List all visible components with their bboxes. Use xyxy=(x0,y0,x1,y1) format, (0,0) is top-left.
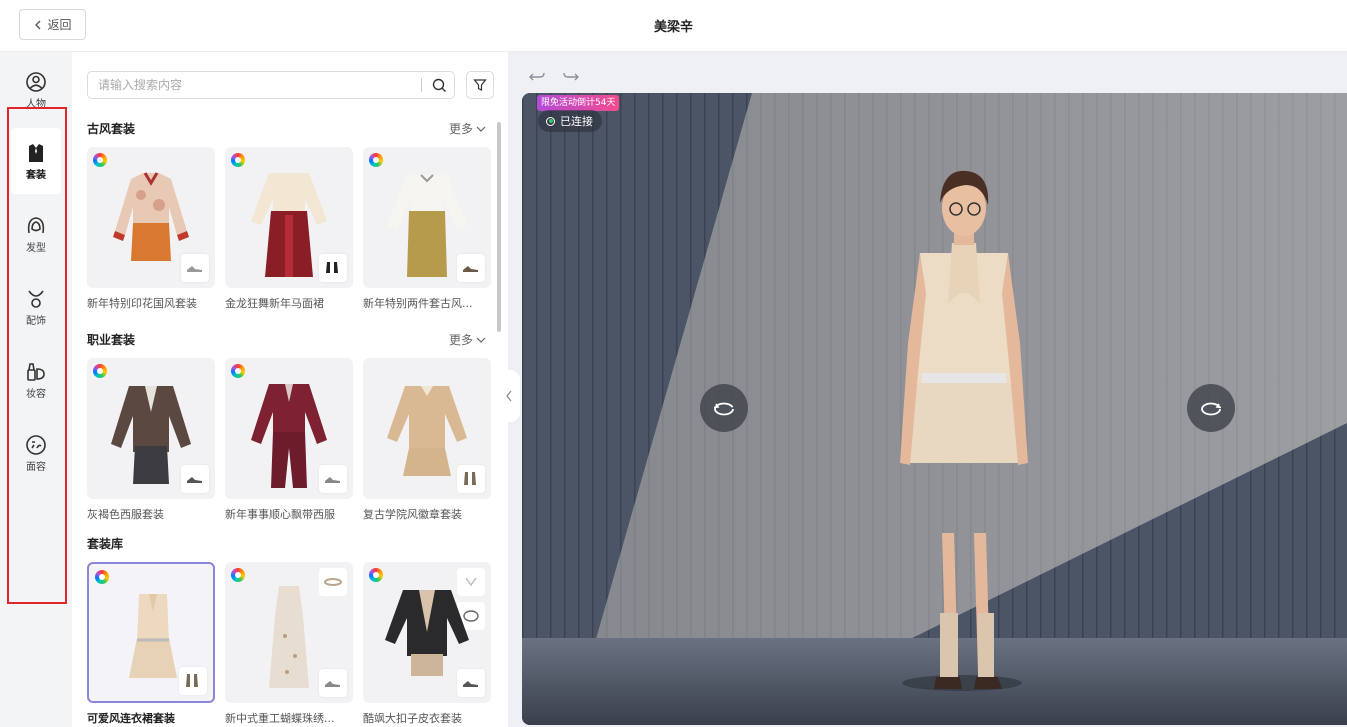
shoe-thumbnail[interactable] xyxy=(457,669,485,697)
sidebar-item-accessory[interactable]: 配饰 xyxy=(11,274,61,340)
shoe-icon xyxy=(326,262,338,273)
avatar-preview: 限免活动倒计54天 已连接 xyxy=(508,52,1347,727)
filter-button[interactable] xyxy=(466,71,494,99)
search-box xyxy=(87,71,455,99)
section-title: 职业套装 xyxy=(87,333,136,347)
sidebar-item-label: 发型 xyxy=(26,242,46,254)
connection-status: 已连接 xyxy=(538,110,602,132)
shoe-icon xyxy=(325,477,340,483)
shoe-thumbnail[interactable] xyxy=(457,254,485,282)
undo-icon[interactable] xyxy=(528,68,546,86)
shoe-icon xyxy=(463,266,478,272)
chevron-down-icon xyxy=(476,126,486,132)
outfit-card-selected[interactable] xyxy=(87,562,215,703)
outfit-card[interactable] xyxy=(87,358,215,499)
top-bar: 返回 美梁辛 xyxy=(0,0,1347,52)
catalog-scrollbar[interactable] xyxy=(497,122,501,332)
sidebar-item-label: 人物 xyxy=(26,98,46,110)
sidebar-item-label: 套装 xyxy=(26,169,46,181)
rotate-icon xyxy=(1201,402,1222,416)
sidebar-item-hair[interactable]: 发型 xyxy=(11,201,61,267)
category-sidebar: 人物 套装 发型 配饰 妆容 面容 xyxy=(0,52,72,727)
shoe-icon xyxy=(463,681,478,687)
promo-badge: 限免活动倒计54天 xyxy=(537,95,620,111)
page-title: 美梁辛 xyxy=(653,20,693,35)
more-label: 更多 xyxy=(449,122,474,136)
shoe-thumbnail[interactable] xyxy=(179,667,207,695)
connected-icon xyxy=(546,116,555,126)
shoe-thumbnail[interactable] xyxy=(319,669,347,697)
chevron-left-icon xyxy=(506,390,512,402)
face-icon xyxy=(26,434,46,455)
sidebar-item-label: 面容 xyxy=(26,461,46,473)
person-icon xyxy=(26,71,46,92)
more-link[interactable]: 更多 xyxy=(449,331,486,348)
search-icon[interactable] xyxy=(428,74,450,96)
outfit-name: 新年特别两件套古风... xyxy=(363,297,473,310)
collapse-panel-button[interactable] xyxy=(498,370,520,422)
outfit-card[interactable] xyxy=(363,562,491,703)
connection-label: 已连接 xyxy=(560,115,593,128)
outfit-icon xyxy=(29,143,43,162)
outfit-card[interactable] xyxy=(225,562,353,703)
outfit-name: 复古学院风徽章套装 xyxy=(363,508,462,521)
outfit-card[interactable] xyxy=(363,358,491,499)
rotate-right-button[interactable] xyxy=(1187,384,1235,432)
outfit-card[interactable] xyxy=(225,358,353,499)
filter-icon xyxy=(473,79,487,91)
hair-icon xyxy=(27,216,45,233)
sidebar-item-person[interactable]: 人物 xyxy=(11,57,61,123)
3d-stage[interactable]: 限免活动倒计54天 已连接 xyxy=(522,93,1347,725)
shoe-thumbnail[interactable] xyxy=(181,465,209,493)
outfit-name: 新年事事顺心飘带西服 xyxy=(225,508,335,521)
outfit-name: 新年特别印花国风套装 xyxy=(87,297,197,310)
chevron-down-icon xyxy=(476,337,486,343)
outfit-name: 酷飒大扣子皮衣套装 xyxy=(363,712,462,725)
section-title: 古风套装 xyxy=(87,122,136,136)
more-link[interactable]: 更多 xyxy=(449,120,486,137)
more-label: 更多 xyxy=(449,333,474,347)
search-input[interactable] xyxy=(98,78,421,92)
rotate-left-button[interactable] xyxy=(700,384,748,432)
outfit-name: 新中式重工蝴蝶珠绣... xyxy=(225,712,335,725)
boot-icon xyxy=(464,472,476,485)
sidebar-item-face[interactable]: 面容 xyxy=(11,420,61,486)
shoe-thumbnail[interactable] xyxy=(457,465,485,493)
outfit-card[interactable] xyxy=(225,147,353,288)
search-divider xyxy=(421,78,422,92)
outfit-card[interactable] xyxy=(363,147,491,288)
outfit-name: 可爱风连衣裙套装 xyxy=(87,712,175,725)
shoe-icon xyxy=(187,477,202,483)
shoe-icon xyxy=(187,266,202,272)
shoe-icon xyxy=(325,681,340,687)
outfit-name: 灰褐色西服套装 xyxy=(87,508,164,521)
sidebar-item-makeup[interactable]: 妆容 xyxy=(11,347,61,413)
sidebar-item-outfit[interactable]: 套装 xyxy=(11,128,61,194)
shoe-thumbnail[interactable] xyxy=(181,254,209,282)
necklace-icon xyxy=(28,290,44,308)
redo-icon[interactable] xyxy=(562,68,580,86)
rotate-icon xyxy=(713,402,734,416)
outfit-card[interactable] xyxy=(87,147,215,288)
outfit-catalog: 古风套装 更多 新年特别印花国风套装 金龙狂舞新年马面裙 xyxy=(72,52,508,727)
section-title: 套装库 xyxy=(87,537,124,551)
makeup-icon xyxy=(27,362,45,381)
shoe-thumbnail[interactable] xyxy=(319,254,347,282)
sidebar-item-label: 配饰 xyxy=(26,315,46,327)
boot-icon xyxy=(186,674,198,687)
shoe-thumbnail[interactable] xyxy=(319,465,347,493)
sidebar-item-label: 妆容 xyxy=(26,388,46,400)
history-controls xyxy=(528,68,580,86)
outfit-name: 金龙狂舞新年马面裙 xyxy=(225,297,324,310)
